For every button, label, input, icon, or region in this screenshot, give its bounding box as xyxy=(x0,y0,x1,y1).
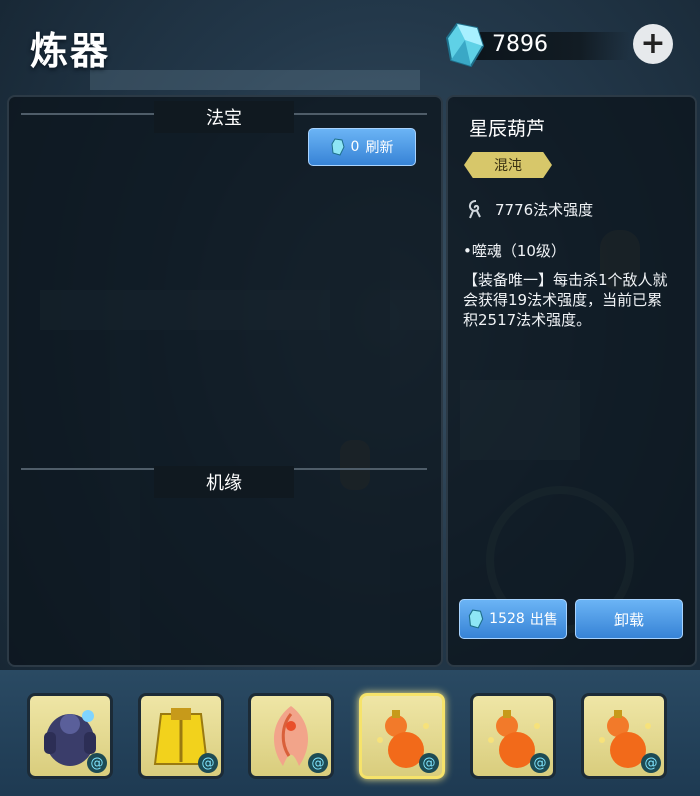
magic-swirl-icon: @ xyxy=(419,753,439,773)
treasure-panel: 法宝 机缘 xyxy=(7,95,443,667)
refresh-button[interactable]: 0 刷新 xyxy=(308,128,416,166)
crystal-gem-icon xyxy=(445,22,485,68)
section-title: 机缘 xyxy=(206,473,242,494)
item-detail-panel xyxy=(446,95,697,667)
inventory-slot[interactable]: @ xyxy=(248,693,334,779)
add-currency-button[interactable]: + xyxy=(633,24,673,64)
refresh-label: 刷新 xyxy=(365,140,394,156)
sell-price: 1528 xyxy=(489,611,525,627)
skill-title: •噬魂（10级） xyxy=(463,242,566,260)
inventory-slot[interactable]: @ xyxy=(27,693,113,779)
section-tab-treasure: 法宝 xyxy=(154,101,294,133)
stat-text: 7776法术强度 xyxy=(495,200,594,219)
inventory-slot[interactable]: @ xyxy=(138,693,224,779)
unload-label: 卸载 xyxy=(613,610,644,629)
stat-row: 7776法术强度 xyxy=(465,198,593,220)
magic-swirl-icon: @ xyxy=(87,753,107,773)
inventory-slot-selected[interactable]: @ xyxy=(359,693,445,779)
magic-swirl-icon xyxy=(468,200,481,219)
section-title: 法宝 xyxy=(206,108,242,129)
page-title: 炼器 xyxy=(30,29,111,73)
skill-description: 【装备唯一】每击杀1个敌人就会获得19法术强度，当前已累积2517法术强度。 xyxy=(463,271,668,329)
magic-swirl-icon: @ xyxy=(530,753,550,773)
refresh-cost: 0 xyxy=(350,139,360,155)
crystal-gem-icon xyxy=(331,138,345,156)
section-tab-opportunity: 机缘 xyxy=(154,466,294,498)
unload-button[interactable]: 卸载 xyxy=(575,599,683,639)
sell-label: 出售 xyxy=(529,612,558,628)
currency-amount: 7896 xyxy=(492,32,548,57)
item-name: 星辰葫芦 xyxy=(469,118,546,140)
sell-button[interactable]: 1528 出售 xyxy=(459,599,567,639)
quality-badge: 混沌 xyxy=(464,152,552,178)
inventory-slot[interactable]: @ xyxy=(470,693,556,779)
currency-display: 7896 + xyxy=(445,22,695,68)
magic-swirl-icon: @ xyxy=(198,753,218,773)
magic-swirl-icon: @ xyxy=(641,753,661,773)
quality-label: 混沌 xyxy=(494,158,522,174)
plus-icon: + xyxy=(640,26,666,61)
inventory-slot[interactable]: @ xyxy=(581,693,667,779)
crystal-gem-icon xyxy=(468,609,484,629)
magic-swirl-icon: @ xyxy=(308,753,328,773)
